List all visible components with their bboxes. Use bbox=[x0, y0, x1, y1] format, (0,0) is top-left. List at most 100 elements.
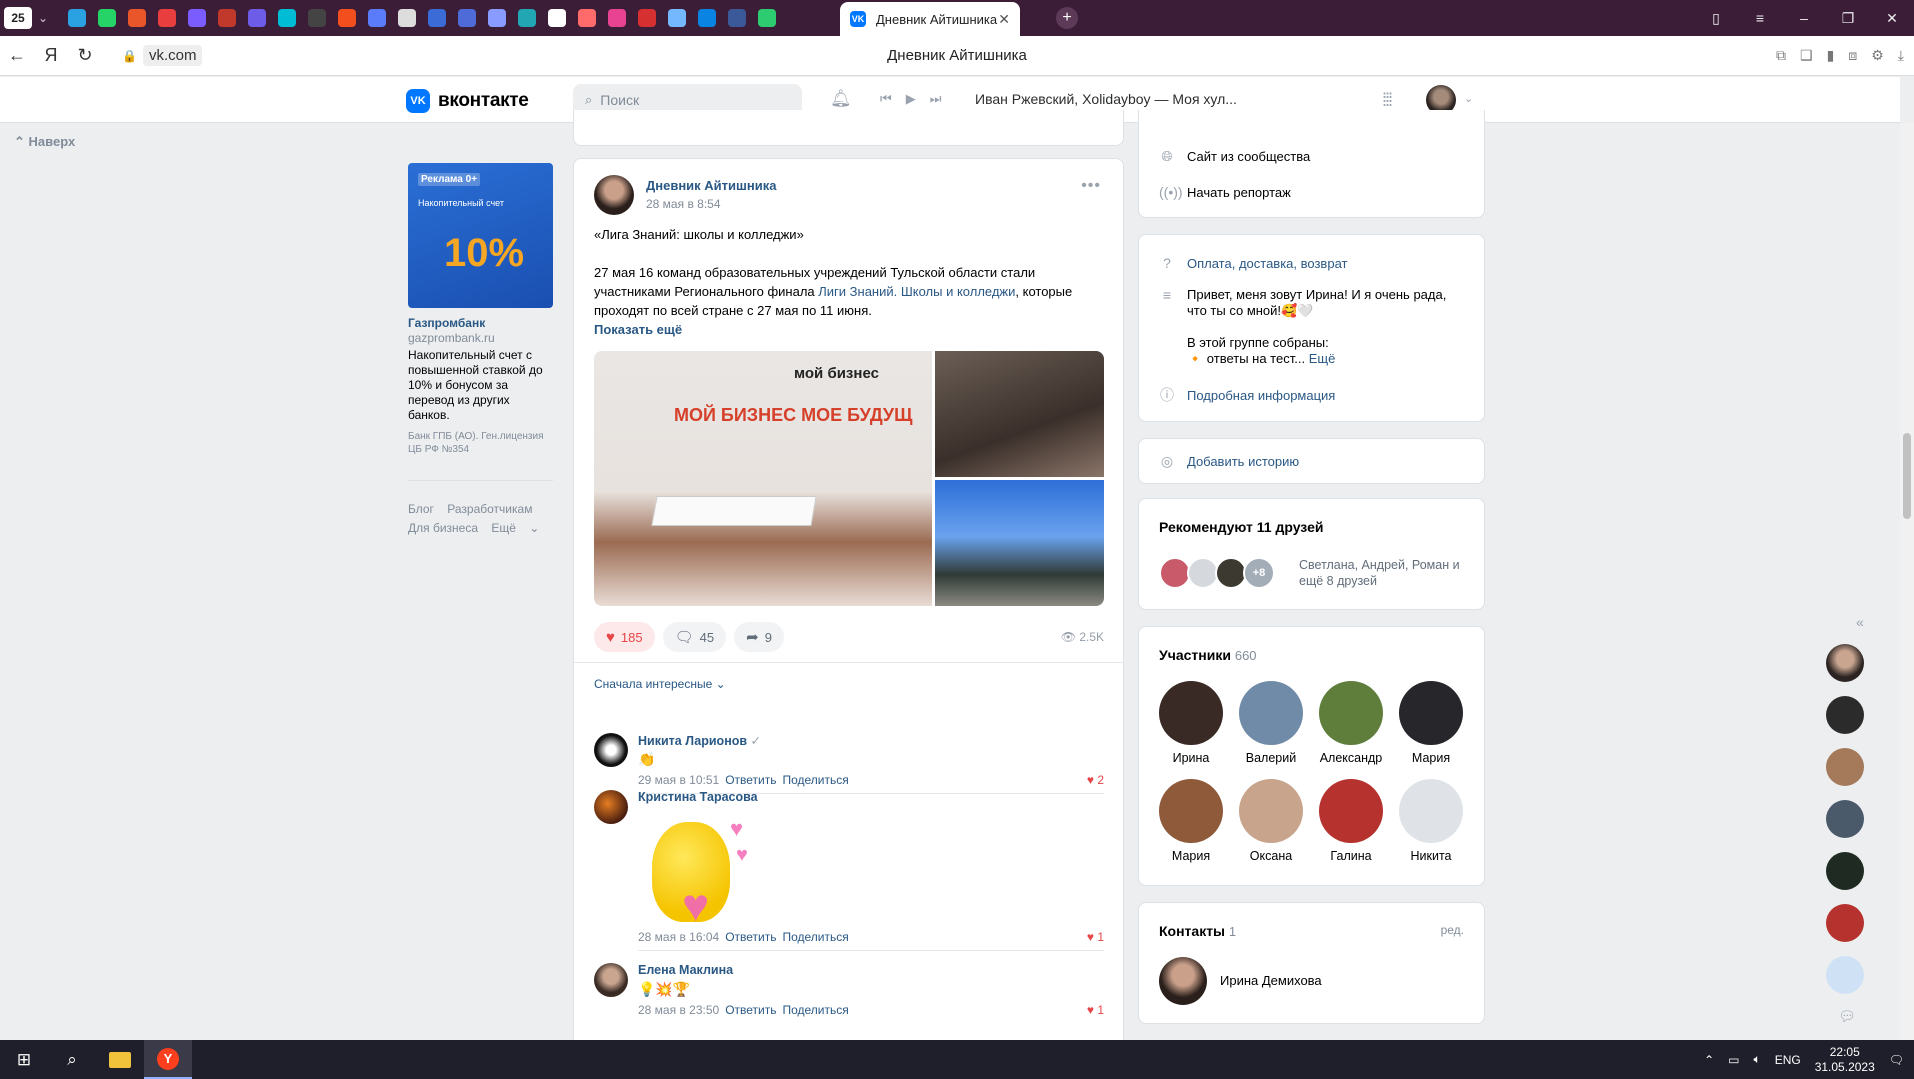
comment-author[interactable]: Никита Ларионов ✓ bbox=[638, 733, 761, 748]
chat-avatar[interactable] bbox=[1826, 956, 1864, 994]
edit-contacts-link[interactable]: ред. bbox=[1441, 923, 1464, 937]
comment-avatar[interactable] bbox=[594, 963, 628, 997]
scrollbar-thumb[interactable] bbox=[1903, 433, 1911, 519]
url-field[interactable]: 🔒 vk.com bbox=[122, 45, 203, 66]
show-more-link[interactable]: Показать ещё bbox=[594, 320, 1104, 339]
pinned-tab-icon[interactable] bbox=[98, 9, 116, 27]
menu-icon[interactable]: ≡ bbox=[1738, 0, 1782, 36]
clock[interactable]: 22:05 31.05.2023 bbox=[1815, 1045, 1875, 1075]
network-icon[interactable]: ▭ bbox=[1728, 1053, 1739, 1067]
chat-avatar[interactable] bbox=[1826, 644, 1864, 682]
pinned-tab-icon[interactable] bbox=[578, 9, 596, 27]
post-photo-1[interactable]: мой бизнес МОЙ БИЗНЕС МОЕ БУДУЩ bbox=[594, 351, 932, 606]
pinned-tab-icon[interactable] bbox=[458, 9, 476, 27]
search-icon[interactable]: ⌕ bbox=[48, 1040, 96, 1079]
reload-icon[interactable]: ↻ bbox=[68, 45, 102, 66]
pinned-tab-icon[interactable] bbox=[548, 9, 566, 27]
pinned-tab-icon[interactable] bbox=[368, 9, 386, 27]
new-tab-button[interactable]: + bbox=[1056, 7, 1078, 29]
pinned-tab-icon[interactable] bbox=[608, 9, 626, 27]
pinned-tab-icon[interactable] bbox=[248, 9, 266, 27]
chevron-down-icon[interactable]: ⌄ bbox=[1464, 92, 1473, 105]
post-photo-3[interactable] bbox=[935, 480, 1104, 606]
comment-author[interactable]: Елена Маклина bbox=[638, 963, 733, 977]
post-author-avatar[interactable] bbox=[594, 175, 634, 215]
language-indicator[interactable]: ENG bbox=[1775, 1053, 1801, 1067]
pinned-tab-icon[interactable] bbox=[308, 9, 326, 27]
member-item[interactable]: Оксана bbox=[1231, 779, 1311, 863]
notifications-icon[interactable]: 🔔︎ bbox=[830, 89, 852, 109]
recommend-text[interactable]: Светлана, Андрей, Роман и ещё 8 друзей bbox=[1299, 557, 1469, 589]
ad-domain[interactable]: gazprombank.ru bbox=[408, 331, 495, 345]
reader-icon[interactable]: ⧉ bbox=[1776, 47, 1786, 64]
more-options-icon[interactable]: ••• bbox=[1081, 177, 1101, 195]
tabs-dropdown-icon[interactable]: ⌄ bbox=[32, 11, 54, 25]
contact-name[interactable]: Ирина Демихова bbox=[1220, 973, 1322, 988]
start-stream[interactable]: ((•)) Начать репортаж bbox=[1159, 184, 1291, 200]
chat-avatar[interactable] bbox=[1826, 748, 1864, 786]
post-body-link[interactable]: Лиги Знаний. Школы и колледжи bbox=[818, 284, 1015, 299]
add-story-card[interactable]: ◎ Добавить историю bbox=[1138, 438, 1485, 484]
pinned-tab-icon[interactable] bbox=[638, 9, 656, 27]
extensions-icon[interactable]: ⧈ bbox=[1848, 47, 1857, 64]
post-photo-2[interactable] bbox=[935, 351, 1104, 477]
member-item[interactable]: Мария bbox=[1391, 681, 1471, 765]
comment-like-button[interactable]: ♥ 1 bbox=[1087, 930, 1104, 944]
share-comment-button[interactable]: Поделиться bbox=[782, 1003, 848, 1017]
payment-link[interactable]: ? Оплата, доставка, возврат bbox=[1159, 255, 1347, 271]
pinned-tab-icon[interactable] bbox=[668, 9, 686, 27]
yandex-home-icon[interactable]: Я bbox=[34, 45, 68, 66]
next-track-icon[interactable]: ⏭ bbox=[930, 91, 942, 107]
description-more-link[interactable]: Ещё bbox=[1309, 351, 1336, 366]
bookmark-icon[interactable]: ▮ bbox=[1827, 47, 1835, 64]
vk-logo[interactable]: VK вконтакте bbox=[406, 89, 529, 113]
page-scrollbar[interactable] bbox=[1900, 123, 1914, 1040]
close-window-button[interactable]: ✕ bbox=[1870, 0, 1914, 36]
tray-chevron-icon[interactable]: ⌃ bbox=[1704, 1053, 1714, 1067]
member-item[interactable]: Галина bbox=[1311, 779, 1391, 863]
pinned-tab-icon[interactable] bbox=[338, 9, 356, 27]
reply-button[interactable]: Ответить bbox=[725, 930, 776, 944]
pinned-tab-icon[interactable] bbox=[518, 9, 536, 27]
footer-devs-link[interactable]: Разработчикам bbox=[447, 502, 532, 516]
recommend-title[interactable]: Рекомендуют 11 друзей bbox=[1159, 519, 1323, 535]
site-from-community[interactable]: 🌐︎ Сайт из сообщества bbox=[1159, 148, 1310, 165]
settings-icon[interactable]: ⚙ bbox=[1871, 47, 1884, 64]
comment-author[interactable]: Кристина Тарасова bbox=[638, 790, 758, 804]
pinned-tab-icon[interactable] bbox=[278, 9, 296, 27]
comment-like-button[interactable]: ♥ 1 bbox=[1087, 1003, 1104, 1017]
pinned-tab-icon[interactable] bbox=[398, 9, 416, 27]
add-story[interactable]: ◎ Добавить историю bbox=[1159, 453, 1299, 470]
member-item[interactable]: Валерий bbox=[1231, 681, 1311, 765]
pinned-tab-icon[interactable] bbox=[218, 9, 236, 27]
back-icon[interactable]: ← bbox=[0, 45, 34, 66]
chat-avatar[interactable] bbox=[1826, 852, 1864, 890]
prev-track-icon[interactable]: ⏮ bbox=[880, 91, 892, 107]
file-explorer-icon[interactable] bbox=[96, 1040, 144, 1079]
share-comment-button[interactable]: Поделиться bbox=[782, 773, 848, 787]
reply-button[interactable]: Ответить bbox=[725, 773, 776, 787]
comment-button[interactable]: 🗨︎ 45 bbox=[662, 622, 727, 652]
maximize-button[interactable]: ❐ bbox=[1826, 0, 1870, 36]
pinned-tab-icon[interactable] bbox=[68, 9, 86, 27]
now-playing[interactable]: Иван Ржевский, Xolidayboy — Моя хул... bbox=[975, 91, 1237, 107]
more-info-link[interactable]: ⓘ Подробная информация bbox=[1159, 385, 1335, 405]
bookmarks-icon[interactable]: ▯ bbox=[1694, 0, 1738, 36]
comment-sort-dropdown[interactable]: Сначала интересные ⌄ bbox=[594, 677, 726, 691]
comment-avatar[interactable] bbox=[594, 790, 628, 824]
play-icon[interactable]: ▶ bbox=[906, 91, 916, 107]
pinned-tab-icon[interactable] bbox=[428, 9, 446, 27]
chat-bubble-icon[interactable]: 💬︎ bbox=[1826, 1008, 1868, 1025]
pinned-tab-icon[interactable] bbox=[128, 9, 146, 27]
yandex-browser-icon[interactable]: Y bbox=[144, 1040, 192, 1079]
chat-avatar[interactable] bbox=[1826, 904, 1864, 942]
share-comment-button[interactable]: Поделиться bbox=[782, 930, 848, 944]
tab-counter[interactable]: 25 bbox=[4, 7, 32, 29]
member-item[interactable]: Мария bbox=[1151, 779, 1231, 863]
post-author[interactable]: Дневник Айтишника bbox=[646, 178, 776, 193]
ad-text[interactable]: Накопительный счет с повышенной ставкой … bbox=[408, 348, 553, 423]
footer-business-link[interactable]: Для бизнеса bbox=[408, 521, 478, 535]
active-tab[interactable]: VK Дневник Айтишника ✕ bbox=[840, 2, 1020, 36]
comment-like-button[interactable]: ♥ 2 bbox=[1087, 773, 1104, 787]
post-date[interactable]: 28 мая в 8:54 bbox=[646, 197, 721, 211]
